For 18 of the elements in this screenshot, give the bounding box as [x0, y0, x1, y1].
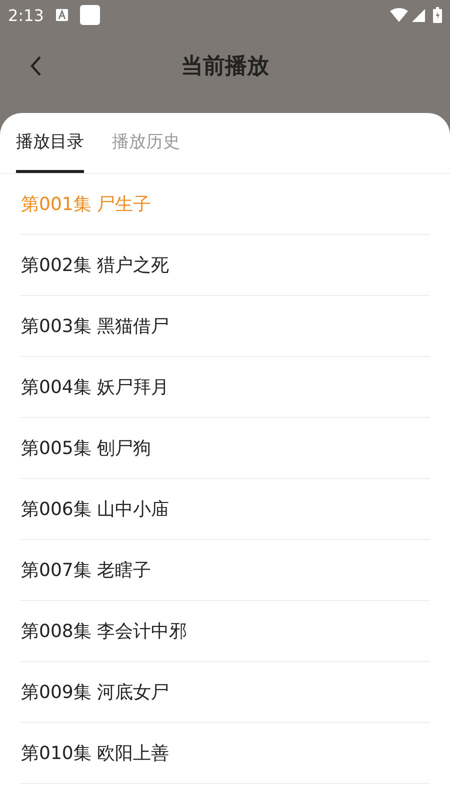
notification-icon — [80, 5, 100, 25]
episode-item[interactable]: 第003集 黑猫借尸 — [21, 314, 170, 338]
episode-item[interactable]: 第009集 河底女尸 — [21, 680, 170, 704]
tab[interactable]: 播放目录 — [16, 113, 84, 173]
episode-item[interactable]: 第004集 妖尸拜月 — [21, 375, 170, 399]
status-time: 2:13 — [8, 6, 44, 24]
episode-item[interactable]: 第007集 老瞎子 — [21, 558, 152, 582]
signal-icon — [412, 8, 425, 22]
page-title: 当前播放 — [181, 53, 269, 81]
episode-item[interactable]: 第008集 李会计中邪 — [21, 619, 188, 643]
battery-icon — [433, 7, 442, 23]
episode-item[interactable]: 第002集 猎户之死 — [21, 253, 170, 277]
episode-item[interactable]: 第010集 欧阳上善 — [21, 741, 170, 765]
back-icon[interactable] — [30, 56, 42, 76]
wifi-icon — [390, 8, 408, 22]
episode-item[interactable]: 第006集 山中小庙 — [21, 497, 170, 521]
keyboard-icon — [56, 9, 68, 21]
episode-item[interactable]: 第005集 刨尸狗 — [21, 436, 152, 460]
